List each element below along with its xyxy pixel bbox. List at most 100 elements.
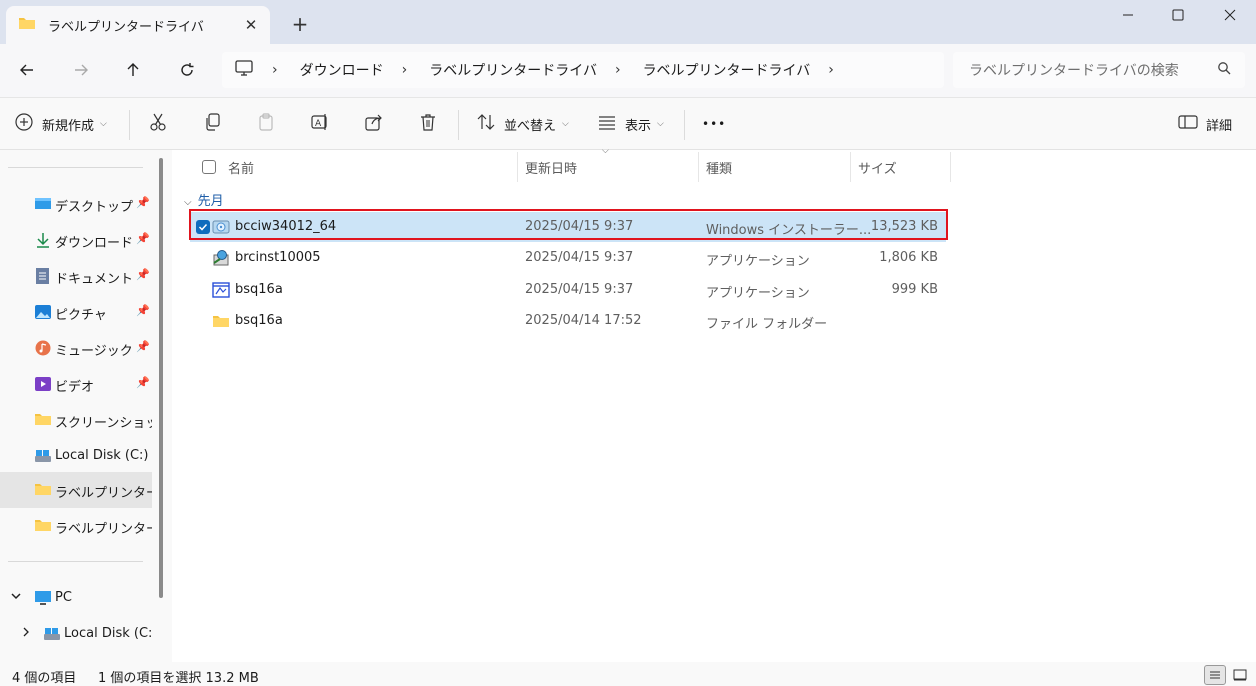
divider — [8, 167, 143, 168]
column-divider[interactable] — [698, 152, 699, 182]
file-size: 13,523 KB — [870, 219, 938, 234]
chevron-down-icon[interactable] — [10, 590, 22, 606]
column-divider[interactable] — [950, 152, 951, 182]
search-box[interactable]: ラベルプリンタードライバの検索 — [953, 52, 1245, 88]
sidebar-item-downloads[interactable]: ダウンロード 📌 — [0, 222, 152, 258]
column-header-size-label: サイズ — [858, 161, 897, 177]
table-row[interactable]: brcinst10005 2025/04/15 9:37 アプリケーション 1,… — [190, 243, 946, 273]
column-divider[interactable] — [850, 152, 851, 182]
up-button[interactable] — [116, 54, 150, 86]
breadcrumb-separator[interactable]: › — [615, 62, 621, 78]
sidebar-item-desktop[interactable]: デスクトップ 📌 — [0, 186, 152, 222]
details-view-button[interactable] — [1204, 665, 1226, 685]
folder-icon — [34, 482, 52, 500]
new-button[interactable]: 新規作成 ⌵ — [14, 108, 107, 140]
tab-close-button[interactable]: ✕ — [236, 11, 266, 39]
address-bar[interactable]: › ダウンロード › ラベルプリンタードライバ › ラベルプリンタードライバ › — [222, 52, 944, 88]
sidebar-item-pc-local-disk[interactable]: Local Disk (C:) — [0, 616, 152, 652]
sidebar-item-pictures[interactable]: ピクチャ 📌 — [0, 294, 152, 330]
status-bar: 4 個の項目 1 個の項目を選択 13.2 MB — [0, 662, 1256, 686]
sidebar-item-videos[interactable]: ビデオ 📌 — [0, 366, 152, 402]
minimize-button[interactable] — [1102, 0, 1154, 30]
column-header-name[interactable]: 名前 — [202, 154, 254, 180]
clipboard-icon — [256, 112, 276, 136]
new-tab-button[interactable]: + — [286, 10, 314, 38]
column-header-date[interactable]: 更新日時 — [525, 154, 577, 180]
group-header[interactable]: ⌵ 先月 — [184, 190, 224, 209]
sidebar-item-music[interactable]: ミュージック 📌 — [0, 330, 152, 366]
file-list: 名前 更新日時 ⌵ 種類 サイズ ⌵ 先月 bcciw34012_64 2025/… — [172, 146, 1256, 662]
file-name: bsq16a — [235, 282, 283, 297]
chevron-right-icon[interactable] — [20, 626, 32, 642]
details-pane-button[interactable]: 詳細 — [1178, 108, 1232, 140]
sort-button[interactable]: 並べ替え ⌵ — [476, 108, 569, 140]
copy-button[interactable] — [202, 108, 222, 140]
pin-icon[interactable]: 📌 — [136, 232, 150, 245]
divider — [684, 110, 685, 140]
file-type: アプリケーション — [706, 286, 810, 301]
column-header-size[interactable]: サイズ — [858, 154, 897, 180]
delete-button[interactable] — [418, 108, 438, 140]
pin-icon[interactable]: 📌 — [136, 304, 150, 317]
sidebar-item-label: ラベルプリンタードラ — [55, 486, 152, 501]
row-checkbox[interactable] — [196, 220, 210, 234]
sidebar-item-label: スクリーンショット — [55, 416, 152, 431]
sidebar-item-local-disk[interactable]: Local Disk (C:) — [0, 438, 152, 474]
sidebar-item-documents[interactable]: ドキュメント 📌 — [0, 258, 152, 294]
table-row[interactable]: bcciw34012_64 2025/04/15 9:37 Windows イン… — [190, 212, 946, 242]
this-pc-icon[interactable] — [234, 59, 254, 81]
chevron-down-icon: ⌵ — [562, 119, 569, 129]
sidebar-scrollbar[interactable] — [159, 158, 163, 598]
column-header-name-label: 名前 — [228, 161, 255, 177]
paste-button[interactable] — [256, 108, 276, 140]
breadcrumb-label-printer-driver[interactable]: ラベルプリンタードライバ — [429, 60, 597, 80]
tiles-view-button[interactable] — [1229, 665, 1251, 685]
more-options-button[interactable]: ••• — [702, 108, 726, 140]
cut-button[interactable] — [148, 108, 168, 140]
back-button[interactable] — [10, 54, 44, 86]
tab-active[interactable]: ラベルプリンタードライバ ✕ — [6, 6, 270, 44]
table-row[interactable]: bsq16a 2025/04/14 17:52 ファイル フォルダー — [190, 306, 946, 336]
column-header-type-label: 種類 — [706, 161, 733, 177]
breadcrumb-label-printer-driver-current[interactable]: ラベルプリンタードライバ — [643, 60, 811, 80]
table-row[interactable]: bsq16a 2025/04/15 9:37 アプリケーション 999 KB — [190, 275, 946, 305]
share-button[interactable] — [364, 108, 384, 140]
column-header-type[interactable]: 種類 — [706, 154, 732, 180]
breadcrumb-separator[interactable]: › — [272, 62, 278, 78]
sidebar-item-screenshots[interactable]: スクリーンショット — [0, 402, 152, 438]
breadcrumb-separator[interactable]: › — [828, 62, 834, 78]
file-type: アプリケーション — [706, 254, 810, 269]
setup-app-icon — [212, 249, 230, 271]
sort-icon — [476, 112, 496, 136]
rename-button[interactable]: A — [310, 108, 330, 140]
close-window-button[interactable] — [1204, 0, 1256, 30]
search-icon[interactable] — [1217, 61, 1231, 79]
refresh-button[interactable] — [170, 54, 204, 86]
sort-chevron-icon: ⌵ — [602, 146, 609, 156]
view-button[interactable]: 表示 ⌵ — [597, 108, 664, 140]
sidebar-item-pc[interactable]: PC — [0, 580, 152, 616]
breadcrumb-separator[interactable]: › — [402, 62, 408, 78]
plus-circle-icon — [14, 112, 34, 136]
sidebar-item-label-printer-1[interactable]: ラベルプリンタードラ — [0, 472, 152, 508]
svg-text:A: A — [315, 119, 322, 129]
group-header-label: 先月 — [197, 194, 224, 209]
maximize-button[interactable] — [1152, 0, 1204, 30]
file-size: 1,806 KB — [879, 250, 938, 265]
select-all-checkbox[interactable] — [202, 160, 216, 174]
pin-icon[interactable]: 📌 — [136, 268, 150, 281]
column-divider[interactable] — [517, 152, 518, 182]
breadcrumb-downloads[interactable]: ダウンロード — [300, 60, 384, 80]
music-icon — [34, 340, 52, 360]
search-input[interactable]: ラベルプリンタードライバの検索 — [969, 60, 1217, 80]
file-date: 2025/04/14 17:52 — [525, 313, 642, 328]
pin-icon[interactable]: 📌 — [136, 340, 150, 353]
forward-button[interactable] — [64, 54, 98, 86]
pin-icon[interactable]: 📌 — [136, 196, 150, 209]
file-date: 2025/04/15 9:37 — [525, 250, 634, 265]
pin-icon[interactable]: 📌 — [136, 376, 150, 389]
file-name: bcciw34012_64 — [235, 219, 337, 234]
selection-info: 1 個の項目を選択 13.2 MB — [98, 671, 259, 686]
sidebar-item-label-printer-2[interactable]: ラベルプリンタードラ — [0, 508, 152, 544]
navigation-pane: デスクトップ 📌 ダウンロード 📌 ドキュメント 📌 ピクチャ 📌 ミュージック… — [0, 150, 166, 662]
